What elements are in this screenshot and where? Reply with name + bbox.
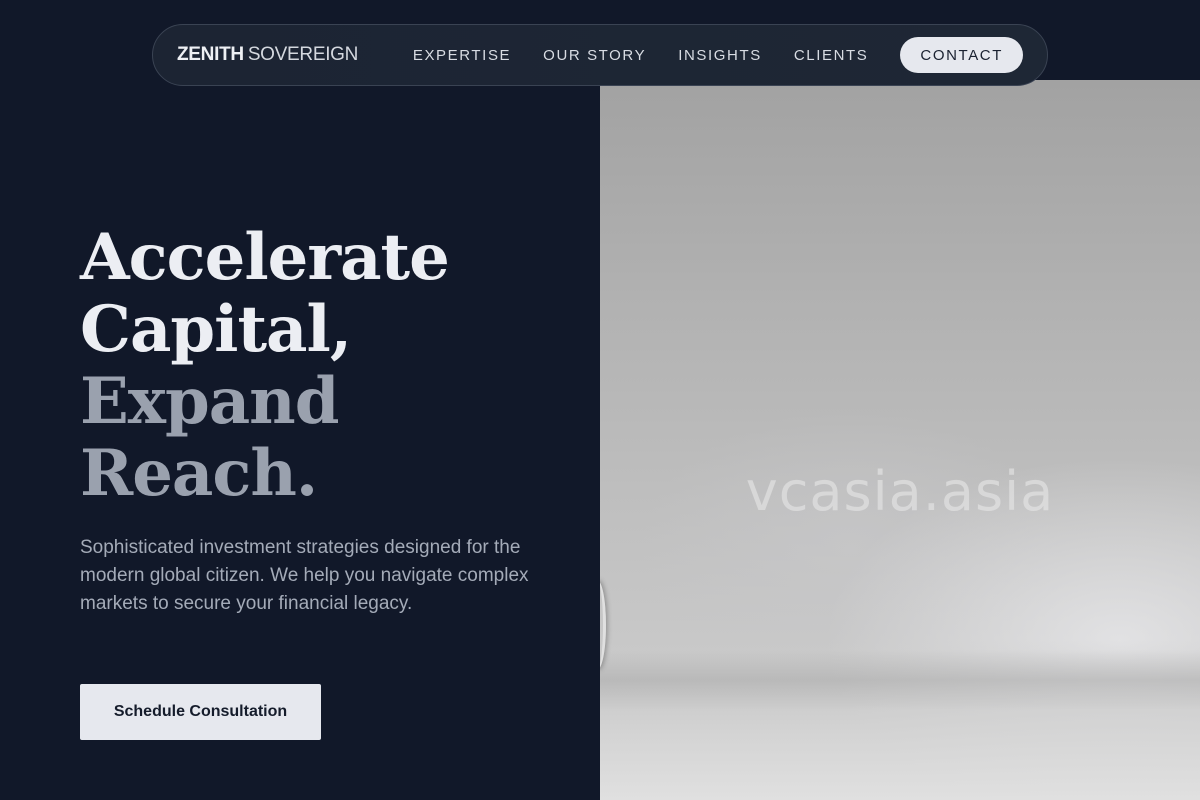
nav-link-clients[interactable]: CLIENTS [794, 47, 869, 64]
nav-link-expertise[interactable]: EXPERTISE [413, 47, 511, 64]
nav-link-insights[interactable]: INSIGHTS [678, 47, 762, 64]
hero-image: vcasia.asia [600, 80, 1200, 800]
headline-line-2: Capital, [80, 292, 352, 367]
schedule-consultation-button[interactable]: Schedule Consultation [80, 684, 321, 740]
brand-logo[interactable]: ZENITH SOVEREIGN [177, 44, 358, 66]
headline-line-3: Expand [80, 364, 339, 439]
brand-name-light: SOVEREIGN [247, 44, 359, 65]
nav-link-our-story[interactable]: OUR STORY [543, 47, 646, 64]
headline-line-1: Accelerate [80, 220, 450, 295]
image-shadow [600, 650, 1200, 710]
page: vcasia.asia ZENITH SOVEREIGN EXPERTISE OU… [0, 0, 1200, 800]
brand-name-strong: ZENITH [177, 44, 244, 65]
contact-button[interactable]: CONTACT [900, 37, 1023, 73]
hero-description: Sophisticated investment strategies desi… [80, 537, 529, 614]
hero-headline: Accelerate Capital, Expand Reach. [80, 222, 580, 510]
headline-line-4: Reach. [80, 436, 318, 511]
image-watermark: vcasia.asia [745, 460, 1055, 523]
hero-copy: Accelerate Capital, Expand Reach. Sophis… [80, 222, 580, 618]
top-navbar: ZENITH SOVEREIGN EXPERTISE OUR STORY INSI… [152, 24, 1048, 86]
nav-links: EXPERTISE OUR STORY INSIGHTS CLIENTS CON… [413, 37, 1023, 73]
